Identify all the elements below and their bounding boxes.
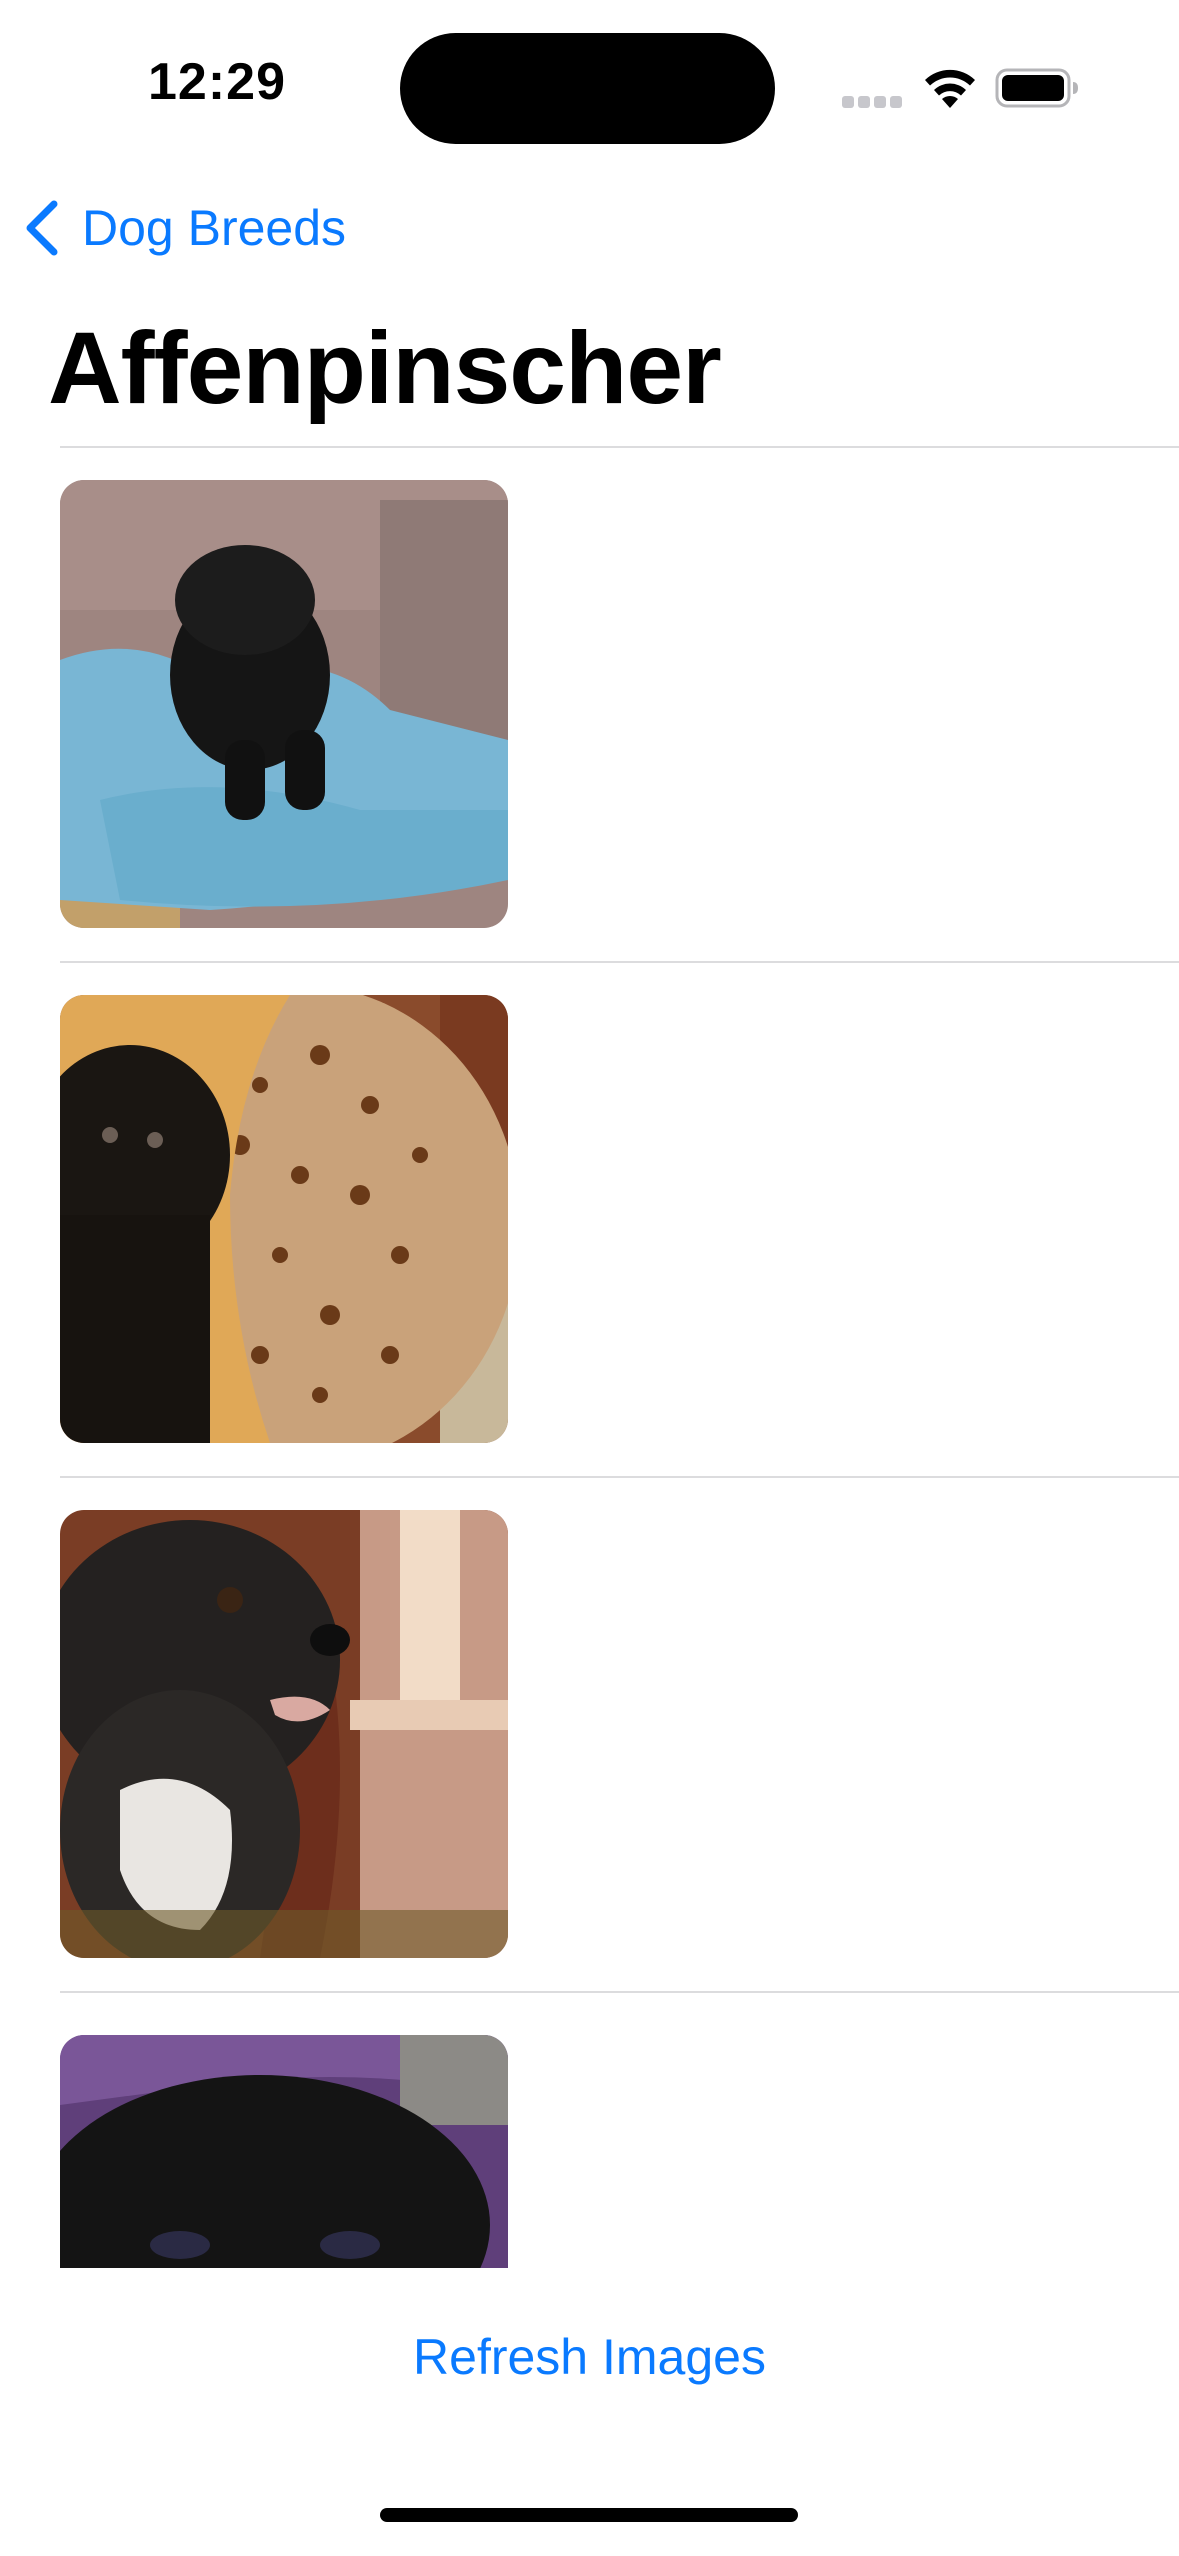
dog-photo	[60, 995, 508, 1443]
dog-image-2[interactable]	[60, 995, 508, 1443]
back-button[interactable]: Dog Breeds	[22, 196, 346, 260]
status-bar: 12:29	[0, 0, 1179, 170]
wifi-icon	[925, 69, 975, 108]
dog-photo	[60, 2035, 508, 2268]
dog-image-3[interactable]	[60, 1510, 508, 1958]
image-list[interactable]	[0, 446, 1179, 2268]
row-divider	[60, 961, 1179, 963]
row-divider	[60, 1476, 1179, 1478]
list-item	[60, 1476, 1179, 1991]
row-divider	[60, 446, 1179, 448]
dynamic-island	[400, 33, 775, 144]
status-time: 12:29	[148, 53, 286, 111]
list-item	[60, 1991, 1179, 2268]
back-label: Dog Breeds	[82, 200, 347, 256]
dog-photo	[60, 480, 508, 928]
list-item	[60, 961, 1179, 1476]
page-title: Affenpinscher	[48, 311, 722, 425]
list-item	[60, 446, 1179, 961]
dog-image-4[interactable]	[60, 2035, 508, 2268]
cellular-signal-icon	[842, 96, 902, 108]
chevron-left-icon	[26, 200, 58, 256]
row-divider	[60, 1991, 1179, 1993]
dog-image-1[interactable]	[60, 480, 508, 928]
home-indicator[interactable]	[380, 2508, 798, 2522]
refresh-images-button[interactable]: Refresh Images	[0, 2328, 1179, 2386]
dog-photo	[60, 1510, 508, 1958]
battery-icon	[995, 68, 1078, 108]
